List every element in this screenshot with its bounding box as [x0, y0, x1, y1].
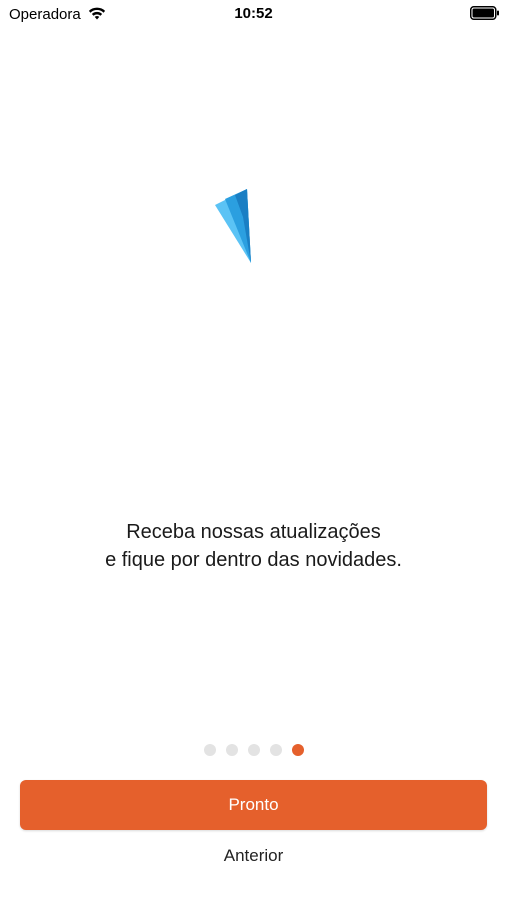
battery-full-icon	[470, 6, 499, 20]
status-bar: Operadora 10:52	[0, 0, 507, 28]
onboarding-message: Receba nossas atualizações e fique por d…	[0, 518, 507, 574]
clock: 10:52	[234, 5, 273, 22]
page-dot-4[interactable]	[269, 744, 282, 756]
page-dot-3[interactable]	[247, 744, 260, 756]
paper-plane-icon	[215, 189, 251, 263]
message-line-2: e fique por dentro das novidades.	[105, 549, 402, 571]
page-indicator	[0, 744, 507, 758]
page-dot-1[interactable]	[203, 744, 216, 756]
previous-button[interactable]: Anterior	[0, 842, 507, 870]
page-dot-2[interactable]	[225, 744, 238, 756]
done-button[interactable]: Pronto	[20, 780, 487, 830]
message-line-1: Receba nossas atualizações	[126, 521, 381, 543]
page-dot-5-active[interactable]	[291, 744, 304, 756]
